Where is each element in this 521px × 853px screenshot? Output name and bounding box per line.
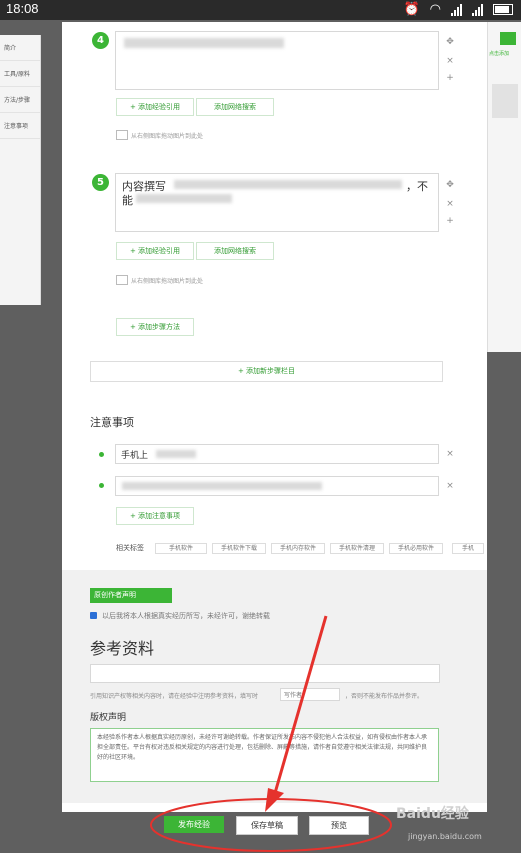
annotation-arrow-shaft [271,615,328,801]
watermark-logo: Baidu经验 [396,806,469,822]
highlight-ellipse [150,798,392,852]
watermark-url: jingyan.baidu.com [408,832,482,841]
annotation-overlay [150,615,392,852]
